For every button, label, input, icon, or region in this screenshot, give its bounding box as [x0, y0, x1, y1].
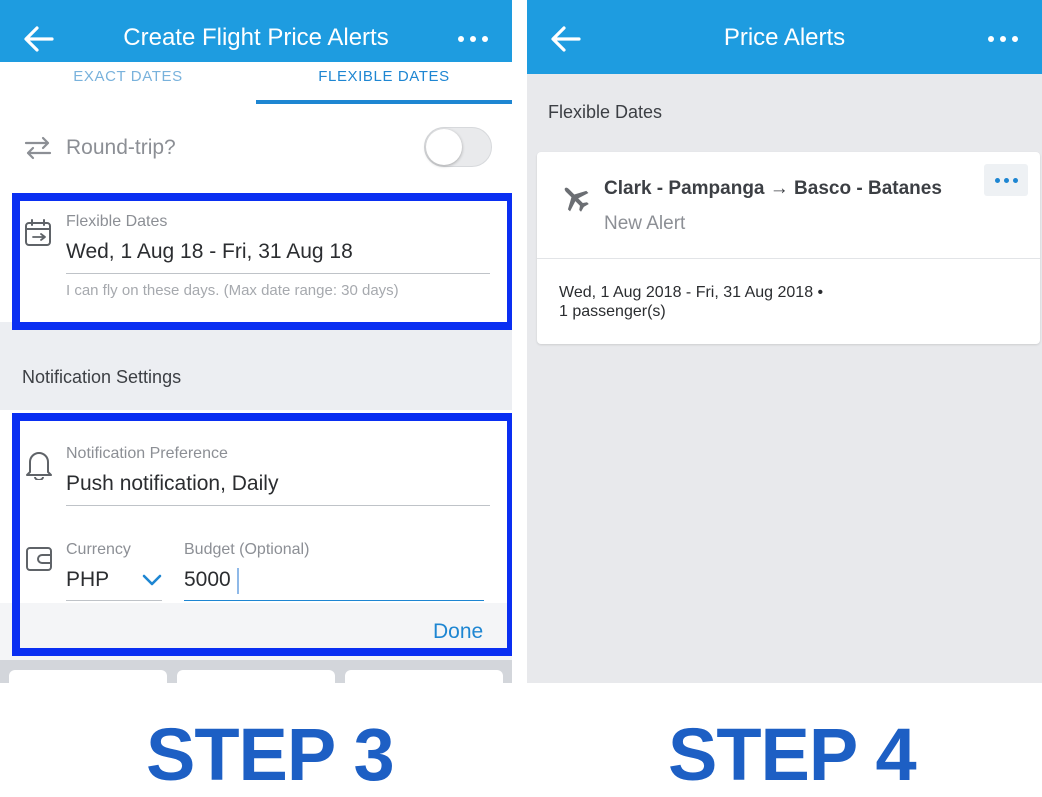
- keyboard-key[interactable]: [345, 670, 503, 683]
- tab-exact-dates[interactable]: EXACT DATES: [0, 68, 256, 85]
- alert-route: Clark - Pampanga → Basco - Batanes: [604, 178, 942, 199]
- alert-options-button[interactable]: [984, 164, 1028, 196]
- date-tabs: EXACT DATES FLEXIBLE DATES: [0, 62, 512, 104]
- app-bar: Price Alerts: [527, 0, 1042, 74]
- airplane-icon: [564, 187, 589, 212]
- alert-status: New Alert: [604, 213, 686, 234]
- more-icon[interactable]: [988, 36, 1018, 44]
- step-3-caption: STEP 3: [146, 713, 395, 796]
- highlight-box-dates: [12, 193, 512, 330]
- step-4-caption: STEP 4: [668, 713, 917, 796]
- notification-settings-heading: Notification Settings: [22, 367, 182, 387]
- roundtrip-icon: [24, 136, 52, 160]
- keyboard-key[interactable]: [177, 670, 335, 683]
- page-title: Price Alerts: [723, 24, 846, 51]
- roundtrip-label: Round-trip?: [66, 136, 176, 159]
- keyboard-key[interactable]: [9, 670, 167, 683]
- more-icon[interactable]: [458, 36, 488, 44]
- page-title: Create Flight Price Alerts: [123, 24, 389, 51]
- alert-dates: Wed, 1 Aug 2018 - Fri, 31 Aug 2018 •: [559, 284, 824, 301]
- tab-flexible-dates[interactable]: FLEXIBLE DATES: [256, 68, 512, 85]
- section-heading: Flexible Dates: [548, 102, 663, 122]
- divider: [537, 258, 1040, 259]
- highlight-box-notifications: [12, 413, 512, 656]
- roundtrip-toggle[interactable]: [424, 127, 492, 167]
- active-tab-indicator: [256, 100, 512, 104]
- create-alert-screen: Create Flight Price Alerts EXACT DATES F…: [0, 0, 512, 683]
- keyboard: [0, 660, 512, 683]
- price-alerts-screen: Price Alerts Flexible Dates Clark - Pamp…: [527, 0, 1042, 683]
- price-alert-card[interactable]: Clark - Pampanga → Basco - Batanes New A…: [537, 152, 1040, 344]
- alert-passengers: 1 passenger(s): [559, 303, 666, 320]
